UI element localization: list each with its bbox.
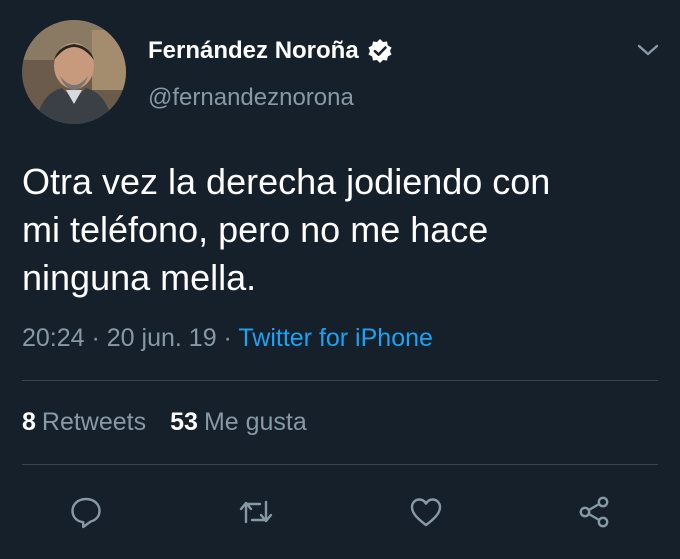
share-button[interactable] [572,490,616,534]
tweet-card: Fernández Noroña @fernandeznorona Otra v… [0,0,680,559]
divider [22,380,658,381]
tweet-date[interactable]: 20 jun. 19 [107,324,217,352]
tweet-time[interactable]: 20:24 [22,324,85,352]
author-handle[interactable]: @fernandeznorona [148,84,354,112]
tweet-stats: 8 Retweets 53 Me gusta [22,408,307,437]
retweets-count[interactable]: 8 [22,408,36,437]
display-name[interactable]: Fernández Noroña [148,37,359,65]
chevron-down-icon[interactable] [634,38,662,62]
likes-count[interactable]: 53 [170,408,198,437]
like-button[interactable] [404,490,448,534]
reply-button[interactable] [64,490,108,534]
retweet-icon [239,500,273,524]
avatar[interactable] [22,20,126,124]
verified-badge-icon [367,38,393,64]
tweet-text-line: mi teléfono, pero no me hace [22,209,489,250]
tweet-text-line: Otra vez la derecha jodiendo con [22,161,551,202]
meta-separator: · [84,324,107,352]
heart-icon [410,498,442,527]
tweet-source-link[interactable]: Twitter for iPhone [238,324,433,352]
tweet-text: Otra vez la derecha jodiendo con mi teléf… [22,158,652,302]
tweet-actions-bar [0,490,680,534]
divider [22,464,658,465]
avatar-photo-icon [22,20,126,124]
retweet-button[interactable] [234,490,278,534]
share-icon [579,496,609,528]
likes-label[interactable]: Me gusta [204,408,307,437]
tweet-metadata: 20:24 · 20 jun. 19 · Twitter for iPhone [22,324,433,353]
meta-separator: · [216,324,239,352]
tweet-text-line: ninguna mella. [22,257,257,298]
retweets-label[interactable]: Retweets [42,408,146,437]
reply-icon [71,497,101,529]
author-name-row: Fernández Noroña [148,36,393,66]
